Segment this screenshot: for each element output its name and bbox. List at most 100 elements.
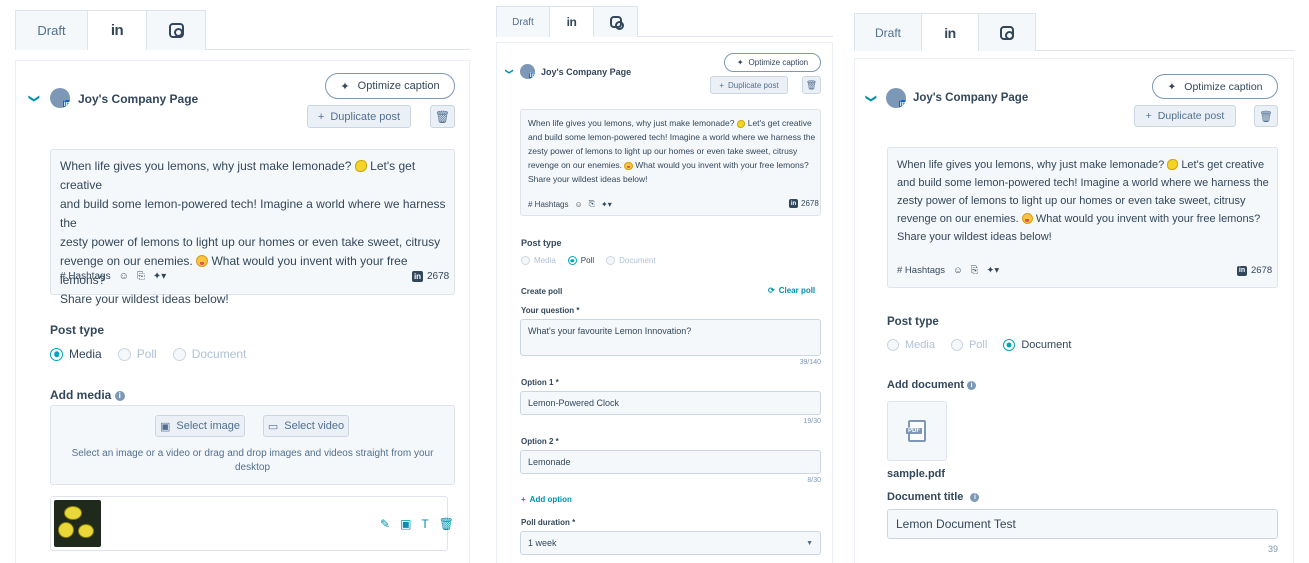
trash-icon[interactable]: 🗑 [439, 517, 454, 531]
optimize-caption-button[interactable]: ✦ Optimize caption [724, 53, 821, 72]
hashtags-button[interactable]: # Hashtags [897, 265, 945, 276]
radio-button[interactable] [117, 347, 131, 361]
radio-button[interactable] [50, 347, 63, 361]
composer-toolbar: # Hashtags ☺ ⎘ ✦▾ [60, 271, 166, 282]
char-count-value: 2678 [427, 271, 450, 282]
radio-media[interactable]: Media [887, 339, 935, 351]
select-image-button[interactable]: ▣ Select image [155, 415, 245, 437]
optimize-caption-label: Optimize caption [748, 58, 809, 67]
account-name: Joy's Company Page [541, 67, 632, 77]
radio-document[interactable]: Document [1003, 339, 1071, 351]
tab-linkedin[interactable]: in [87, 10, 147, 51]
radio-label: Document [1021, 339, 1072, 351]
question-value: What's your favourite Lemon Innovation? [528, 326, 692, 336]
attachment-icon[interactable]: ⎘ [137, 271, 145, 282]
ai-sparkle-icon[interactable]: ✦▾ [986, 265, 999, 276]
tab-draft-label: Draft [874, 25, 901, 40]
chevron-down-icon[interactable]: ❯ [28, 94, 41, 103]
caption-line: What would you invent with your free lem… [635, 160, 809, 170]
tab-instagram[interactable] [978, 13, 1036, 51]
composer-toolbar: # Hashtags ☺ ⎘ ✦▾ [528, 199, 612, 209]
option2-value: Lemonade [528, 457, 571, 467]
tab-draft[interactable]: Draft [854, 13, 922, 51]
radio-button[interactable] [1003, 339, 1016, 351]
edit-icon[interactable]: ✎ [380, 517, 390, 531]
image-icon[interactable]: ▣ [400, 517, 411, 531]
option1-input[interactable]: Lemon-Powered Clock [520, 391, 821, 415]
tab-linkedin[interactable]: in [549, 6, 594, 38]
lemon-emoji [354, 160, 367, 172]
delete-post-button[interactable]: 🗑 [802, 76, 821, 94]
post-type-label: Post type [521, 238, 562, 248]
hint-line: Select an image or a video or drag and d… [71, 448, 434, 459]
ai-sparkle-icon[interactable]: ✦▾ [153, 271, 166, 282]
caption-line: When life gives you lemons, why just mak… [528, 118, 735, 128]
delete-post-button[interactable]: 🗑 [430, 105, 455, 128]
question-char-count: 39/140 [799, 359, 821, 366]
attachment-icon[interactable]: ⎘ [971, 265, 979, 276]
poll-duration-select[interactable]: 1 week ▼ [520, 531, 821, 555]
emoji-icon[interactable]: ☺ [953, 265, 963, 276]
caption-line: revenge on our enemies. [60, 254, 193, 268]
option2-input[interactable]: Lemonade [520, 450, 821, 474]
info-icon[interactable]: i [114, 390, 125, 401]
caption-line: revenge on our enemies. [528, 160, 623, 170]
radio-button[interactable] [950, 339, 963, 351]
optimize-caption-button[interactable]: ✦ Optimize caption [325, 73, 455, 99]
radio-button[interactable] [567, 256, 577, 265]
select-video-button[interactable]: ▭ Select video [263, 415, 349, 437]
pdf-icon [906, 420, 926, 442]
document-title-text: Document title [887, 491, 964, 503]
tab-draft[interactable]: Draft [496, 6, 550, 37]
radio-poll[interactable]: Poll [117, 347, 157, 361]
caption-line: When life gives you lemons, why just mak… [60, 159, 352, 173]
duplicate-post-button[interactable]: + Duplicate post [1134, 105, 1236, 127]
radio-document[interactable]: Document [606, 256, 656, 265]
radio-document[interactable]: Document [172, 347, 246, 361]
tab-instagram[interactable] [146, 10, 206, 50]
emoji-icon[interactable]: ☺ [119, 271, 129, 282]
info-icon[interactable]: i [970, 493, 980, 502]
radio-button[interactable] [521, 256, 530, 265]
select-image-label: Select image [176, 420, 240, 432]
tab-linkedin[interactable]: in [921, 13, 979, 52]
plus-icon: + [317, 110, 325, 123]
radio-media[interactable]: Media [521, 256, 556, 265]
duplicate-post-button[interactable]: + Duplicate post [710, 76, 788, 94]
channel-tabs: Draft in [496, 6, 833, 38]
emoji-icon[interactable]: ☺ [574, 200, 582, 209]
delete-post-button[interactable]: 🗑 [1254, 105, 1278, 127]
linkedin-post-panel [15, 60, 470, 563]
hashtags-button[interactable]: # Hashtags [528, 200, 568, 209]
attachment-icon[interactable]: ⎘ [589, 199, 595, 209]
media-tools: ✎ ▣ T 🗑 [380, 517, 454, 531]
duplicate-post-button[interactable]: + Duplicate post [307, 105, 411, 128]
clear-poll-button[interactable]: ⟳ Clear poll [768, 286, 815, 295]
info-icon[interactable]: i [967, 381, 977, 390]
caption-line: Let's get creative [747, 118, 812, 128]
dropzone-hint: Select an image or a video or drag and d… [60, 447, 445, 475]
radio-label: Media [69, 347, 102, 361]
linkedin-icon: in [1237, 265, 1247, 276]
radio-poll[interactable]: Poll [567, 256, 594, 265]
document-thumbnail[interactable] [887, 401, 947, 461]
tab-draft[interactable]: Draft [15, 10, 88, 50]
question-input[interactable]: What's your favourite Lemon Innovation? [520, 319, 821, 356]
document-title-input[interactable]: Lemon Document Test [887, 509, 1278, 539]
radio-button[interactable] [606, 256, 616, 265]
optimize-caption-button[interactable]: ✦ Optimize caption [1152, 74, 1278, 99]
chevron-down-icon[interactable]: ❯ [505, 68, 514, 75]
radio-poll[interactable]: Poll [950, 339, 987, 351]
option2-char-count: 8/30 [807, 477, 821, 484]
radio-media[interactable]: Media [50, 347, 102, 361]
radio-button[interactable] [172, 347, 186, 361]
hashtags-button[interactable]: # Hashtags [60, 271, 111, 282]
chevron-down-icon[interactable]: ❯ [865, 94, 878, 103]
media-thumbnail[interactable] [54, 500, 101, 547]
linkedin-icon: in [110, 22, 124, 39]
tab-instagram[interactable] [593, 6, 638, 37]
ai-sparkle-icon[interactable]: ✦▾ [601, 200, 612, 209]
add-option-button[interactable]: + Add option [521, 495, 572, 504]
text-icon[interactable]: T [421, 517, 428, 531]
radio-button[interactable] [887, 339, 899, 351]
